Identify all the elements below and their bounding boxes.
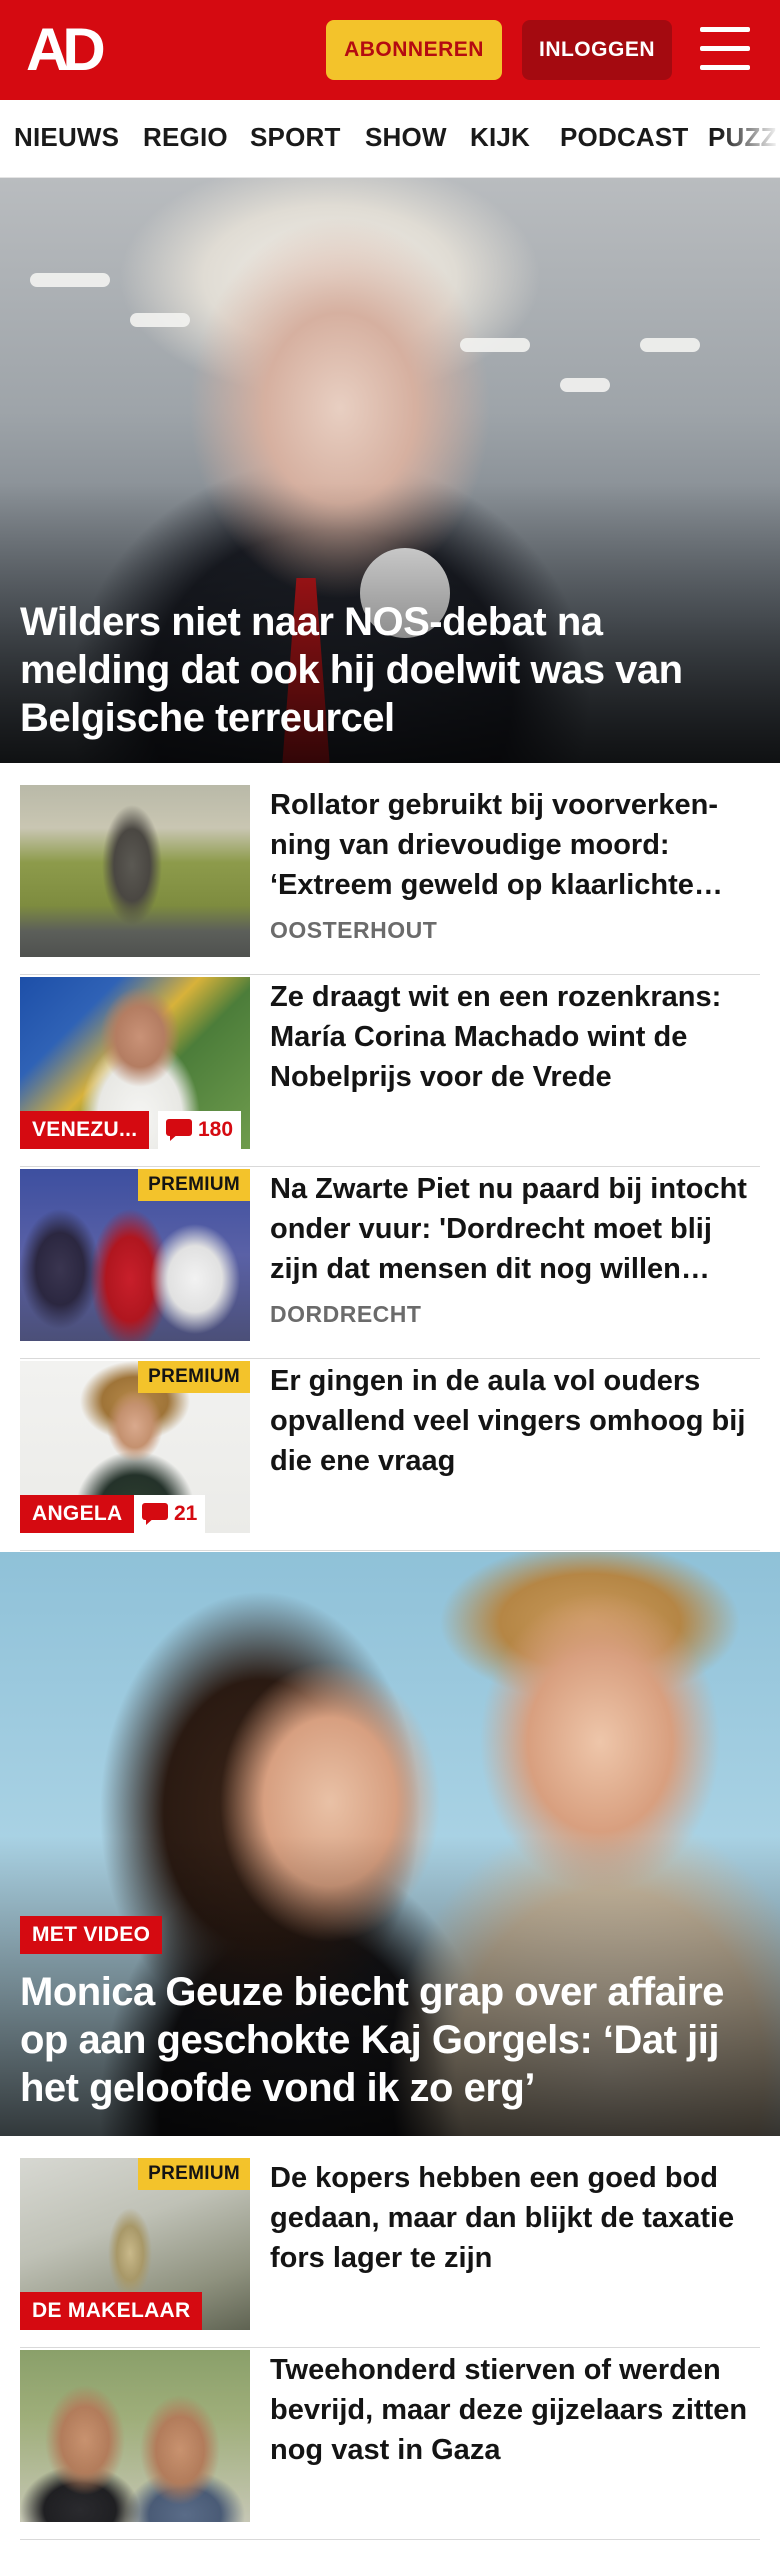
article-title[interactable]: Ze draagt wit en een rozenkrans: María C… bbox=[270, 977, 760, 1097]
hero-title[interactable]: Wilders niet naar NOS-debat na melding d… bbox=[20, 598, 760, 742]
article-title[interactable]: Na Zwarte Piet nu paard bij intocht onde… bbox=[270, 1169, 760, 1289]
comment-count-value: 21 bbox=[174, 1502, 198, 1525]
logo-text: AD bbox=[26, 16, 106, 83]
comment-count[interactable]: 180 bbox=[158, 1111, 242, 1149]
premium-badge: PREMIUM bbox=[138, 1169, 250, 1201]
list-item[interactable]: Tweehonderd stierven of werden bevrijd, … bbox=[20, 2350, 760, 2540]
comment-count-value: 180 bbox=[198, 1118, 234, 1141]
article-thumbnail bbox=[20, 785, 250, 957]
premium-badge: PREMIUM bbox=[138, 1361, 250, 1393]
article-title[interactable]: De kopers hebben een goed bod gedaan, ma… bbox=[270, 2158, 760, 2278]
premium-badge: PREMIUM bbox=[138, 2158, 250, 2190]
article-title[interactable]: Er gingen in de aula vol ouders opvallen… bbox=[270, 1361, 760, 1481]
article-label: ANGELA bbox=[20, 1495, 135, 1533]
hero-article-monica-geuze[interactable]: Monica Geuze biecht grap over affaire op… bbox=[0, 1552, 780, 2136]
nav-item-kijk[interactable]: KIJK bbox=[470, 122, 530, 153]
nav-fade bbox=[720, 100, 780, 177]
article-title[interactable]: Tweehonderd stierven of werden bevrijd, … bbox=[270, 2350, 760, 2470]
article-label: VENEZU... bbox=[20, 1111, 150, 1149]
comment-count[interactable]: 21 bbox=[134, 1495, 206, 1533]
nav-item-nieuws[interactable]: NIEUWS bbox=[14, 122, 119, 153]
article-thumbnail: PREMIUM ANGELA 21 bbox=[20, 1361, 250, 1533]
article-title[interactable]: Rollator gebruikt bij voorverken­ning va… bbox=[270, 785, 760, 905]
nav-item-sport[interactable]: SPORT bbox=[250, 122, 341, 153]
article-label: DE MAKELAAR bbox=[20, 2292, 203, 2330]
login-button[interactable]: INLOGGEN bbox=[522, 20, 672, 80]
subscribe-button[interactable]: ABONNEREN bbox=[326, 20, 502, 80]
hero-title[interactable]: Monica Geuze biecht grap over affaire op… bbox=[20, 1968, 760, 2112]
article-thumbnail bbox=[20, 2350, 250, 2522]
comment-icon bbox=[142, 1503, 168, 1525]
list-item[interactable]: PREMIUM Na Zwarte Piet nu paard bij into… bbox=[20, 1169, 760, 1359]
list-item[interactable]: PREMIUM ANGELA 21 Er gingen in de aula v… bbox=[20, 1361, 760, 1551]
article-thumbnail: VENEZU... 180 bbox=[20, 977, 250, 1149]
list-item[interactable]: VENEZU... 180 Ze draagt wit en een rozen… bbox=[20, 977, 760, 1167]
list-item[interactable]: Rollator gebruikt bij voorverken­ning va… bbox=[20, 785, 760, 975]
hamburger-menu-icon[interactable] bbox=[700, 27, 752, 71]
nav-item-regio[interactable]: REGIO bbox=[143, 122, 228, 153]
comment-icon bbox=[166, 1119, 192, 1141]
ad-logo[interactable]: AD bbox=[26, 16, 116, 83]
article-thumbnail: PREMIUM DE MAKELAAR bbox=[20, 2158, 250, 2330]
section-nav: NIEUWS REGIO SPORT SHOW KIJK PODCAST PUZ… bbox=[0, 100, 780, 178]
nav-item-show[interactable]: SHOW bbox=[365, 122, 447, 153]
article-location: DORDRECHT bbox=[270, 1301, 422, 1327]
list-item[interactable]: PREMIUM DE MAKELAAR De kopers hebben een… bbox=[20, 2158, 760, 2348]
hero-article-wilders[interactable]: Wilders niet naar NOS-debat na melding d… bbox=[0, 178, 780, 763]
nav-item-podcast[interactable]: PODCAST bbox=[560, 122, 689, 153]
article-thumbnail: PREMIUM bbox=[20, 1169, 250, 1341]
video-label: MET VIDEO bbox=[20, 1916, 163, 1954]
top-bar: AD ABONNEREN INLOGGEN bbox=[0, 0, 780, 100]
article-location: OOSTERHOUT bbox=[270, 917, 438, 943]
